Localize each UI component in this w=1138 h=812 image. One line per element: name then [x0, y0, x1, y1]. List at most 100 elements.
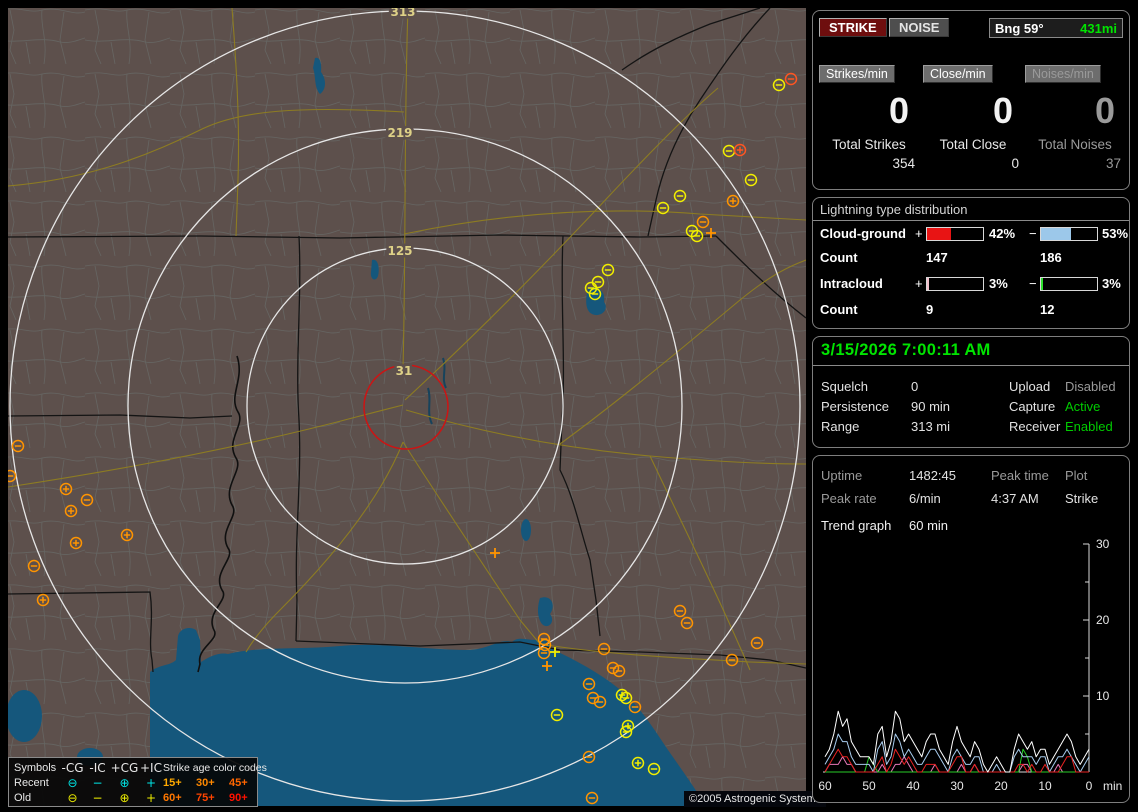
recent-cg-neg-icon: ⊖ [67, 775, 78, 790]
strikes-counter-column: Strikes/min 0 Total Strikes 354 [819, 65, 919, 171]
ic-positive-pct: 3% [989, 276, 1008, 291]
old-ic-pos-icon: + [145, 790, 157, 805]
cg-count-label: Count [820, 250, 858, 265]
total-close-label: Total Close [939, 137, 1007, 152]
ic-plus-sign: + [915, 276, 923, 291]
legend-col-pos-ic: +IC [140, 760, 162, 775]
peak-time-value: 4:37 AM [991, 491, 1039, 506]
legend-col-neg-cg: -CG [61, 760, 84, 775]
cg-positive-bar [926, 227, 984, 241]
ic-count-label: Count [820, 302, 858, 317]
ic-positive-bar [926, 277, 984, 291]
capture-label: Capture [1009, 399, 1056, 414]
cg-negative-bar [1040, 227, 1098, 241]
copyright-text: ©2005 Astrogenic Systems [684, 791, 827, 807]
age-75: 75+ [196, 791, 215, 804]
cg-plus-sign: + [915, 226, 923, 241]
age-60: 60+ [163, 791, 182, 804]
legend-old-row: Old ⊖ − ⊕ + 60+ 75+ 90+ [14, 790, 257, 805]
status-panel: 3/15/2026 7:00:11 AM Squelch 0 Upload Di… [812, 336, 1130, 448]
svg-text:30: 30 [1096, 537, 1110, 551]
strike-mode-button[interactable]: STRIKE [819, 18, 887, 37]
svg-text:125: 125 [387, 244, 412, 258]
upload-status: Disabled [1065, 379, 1116, 394]
recent-cg-pos-icon: ⊕ [119, 775, 130, 790]
ic-minus-sign: − [1029, 276, 1037, 291]
receiver-label: Receiver [1009, 419, 1061, 434]
divider [813, 365, 1129, 366]
svg-text:10: 10 [1096, 689, 1110, 703]
trend-series-cg [824, 748, 1089, 773]
svg-text:30: 30 [950, 779, 964, 793]
receiver-status: Enabled [1065, 419, 1113, 434]
noises-counter-column: Noises/min 0 Total Noises 37 [1025, 65, 1125, 171]
strike-legend: Symbols -CG -IC +CG +IC Strike age color… [8, 757, 267, 807]
counters-panel: STRIKE NOISE Bng 59° 431mi Strikes/min 0… [812, 10, 1130, 190]
peak-rate-label: Peak rate [821, 491, 877, 506]
plot-label: Plot [1065, 468, 1088, 483]
total-close-value: 0 [1011, 156, 1019, 171]
squelch-value: 0 [911, 379, 919, 394]
svg-text:20: 20 [994, 779, 1008, 793]
age-45: 45+ [229, 776, 248, 789]
ic-positive-count: 9 [926, 302, 934, 317]
lightning-map[interactable]: 313 219 125 31 Symbols -CG -IC +CG +IC Stri… [8, 8, 827, 807]
old-ic-neg-icon: − [92, 790, 103, 805]
total-strikes-label: Total Strikes [832, 137, 906, 152]
bearing-range-display: Bng 59° 431mi [989, 18, 1123, 38]
ic-negative-count: 12 [1040, 302, 1055, 317]
capture-status: Active [1065, 399, 1101, 414]
lightning-distribution-panel: Lightning type distribution Cloud-ground… [812, 197, 1130, 329]
age-15: 15+ [163, 776, 182, 789]
close-counter-column: Close/min 0 Total Close 0 [923, 65, 1023, 171]
bearing-range-value: 431mi [1080, 20, 1117, 36]
close-rate-value: 0 [992, 90, 1013, 131]
recent-ic-pos-icon: + [145, 775, 157, 790]
svg-text:50: 50 [862, 779, 876, 793]
age-30: 30+ [196, 776, 215, 789]
trend-series-totalstrikes [824, 710, 1090, 773]
legend-col-neg-ic: -IC [89, 760, 106, 775]
trend-series-cg [824, 733, 1090, 773]
total-noises-value: 37 [1105, 156, 1121, 171]
svg-text:min: min [1103, 779, 1122, 793]
peak-time-label: Peak time [991, 468, 1049, 483]
close-per-min-button[interactable]: Close/min [923, 65, 993, 83]
svg-text:40: 40 [906, 779, 920, 793]
ic-negative-bar [1040, 277, 1098, 291]
legend-old-label: Old [14, 791, 32, 804]
svg-text:313: 313 [390, 8, 415, 19]
legend-header-row: Symbols -CG -IC +CG +IC Strike age color… [14, 760, 267, 775]
old-cg-neg-icon: ⊖ [67, 790, 78, 805]
svg-text:20: 20 [1096, 613, 1110, 627]
cg-positive-pct: 42% [989, 226, 1016, 241]
trend-graph: 10 20 30 60 50 40 30 20 10 0 min [818, 537, 1122, 793]
strikes-per-min-button[interactable]: Strikes/min [819, 65, 895, 83]
svg-text:60: 60 [818, 779, 832, 793]
squelch-label: Squelch [821, 379, 868, 394]
noise-mode-button[interactable]: NOISE [889, 18, 950, 37]
noises-per-min-button[interactable]: Noises/min [1025, 65, 1101, 83]
persistence-label: Persistence [821, 399, 889, 414]
cg-negative-count: 186 [1040, 250, 1062, 265]
uptime-label: Uptime [821, 468, 863, 483]
ic-negative-pct: 3% [1102, 276, 1121, 291]
total-strikes-value: 354 [892, 156, 915, 171]
recent-ic-neg-icon: − [92, 775, 103, 790]
range-label: Range [821, 419, 860, 434]
legend-recent-row: Recent ⊖ − ⊕ + 15+ 30+ 45+ [14, 775, 257, 790]
map-canvas[interactable]: 313 219 125 31 [8, 8, 806, 806]
legend-age-header: Strike age color codes [163, 761, 267, 774]
range-value: 313 mi [911, 419, 951, 434]
strikes-rate-value: 0 [888, 90, 909, 131]
trend-panel: Uptime 1482:45 Peak time Plot Peak rate … [812, 455, 1130, 803]
total-noises-label: Total Noises [1038, 137, 1112, 152]
cg-positive-count: 147 [926, 250, 948, 265]
svg-text:0: 0 [1086, 779, 1093, 793]
divider [813, 220, 1129, 221]
legend-symbols-header: Symbols [14, 761, 57, 774]
peak-rate-value: 6/min [909, 491, 941, 506]
persistence-value: 90 min [911, 399, 951, 414]
svg-text:10: 10 [1038, 779, 1052, 793]
date-time-display: 3/15/2026 7:00:11 AM [821, 341, 991, 359]
